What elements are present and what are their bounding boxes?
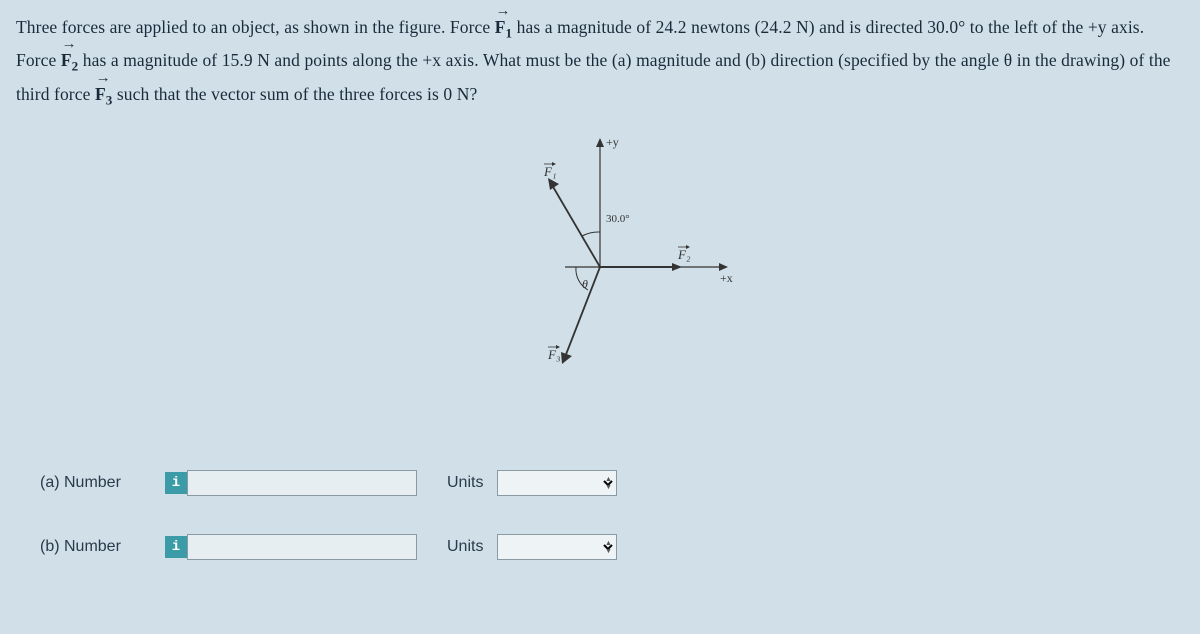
answer-row-b: (b) Number i Units ▲▼ <box>40 534 617 560</box>
vector-F1: F1 <box>495 12 512 45</box>
row-b-label: (b) Number <box>40 538 165 556</box>
answer-row-a: (a) Number i Units ▲▼ <box>40 470 617 496</box>
vector-F2: F2 <box>61 45 78 78</box>
row-a-label: (a) Number <box>40 474 165 492</box>
vector-F1-label: F₁ <box>543 164 556 179</box>
angle-30-label: 30.0° <box>606 213 630 225</box>
units-label-a: Units <box>447 474 483 492</box>
answer-inputs: (a) Number i Units ▲▼ (b) Number i Units… <box>40 470 617 598</box>
units-select-a[interactable] <box>497 470 617 496</box>
force-diagram: +y +x F₁ 30.0° F₂ F₃ θ <box>510 132 740 392</box>
units-select-b[interactable] <box>497 534 617 560</box>
text-fragment: such that the vector sum of the three fo… <box>112 84 477 104</box>
number-input-a[interactable] <box>187 470 417 496</box>
stepper-icon: ▲▼ <box>603 540 613 555</box>
vector-F2-label: F₂ <box>677 247 691 262</box>
axis-plus-x-label: +x <box>720 271 733 285</box>
problem-statement: Three forces are applied to an object, a… <box>16 12 1184 112</box>
text-fragment: Three forces are applied to an object, a… <box>16 17 495 37</box>
stepper-icon: ▲▼ <box>603 476 613 491</box>
angle-theta-label: θ <box>582 277 588 291</box>
info-icon[interactable]: i <box>165 536 187 558</box>
vector-F3: F3 <box>95 79 112 112</box>
info-icon[interactable]: i <box>165 472 187 494</box>
number-input-b[interactable] <box>187 534 417 560</box>
axis-plus-y-label: +y <box>606 135 619 149</box>
units-label-b: Units <box>447 538 483 556</box>
vector-F3-label: F₃ <box>547 347 560 362</box>
